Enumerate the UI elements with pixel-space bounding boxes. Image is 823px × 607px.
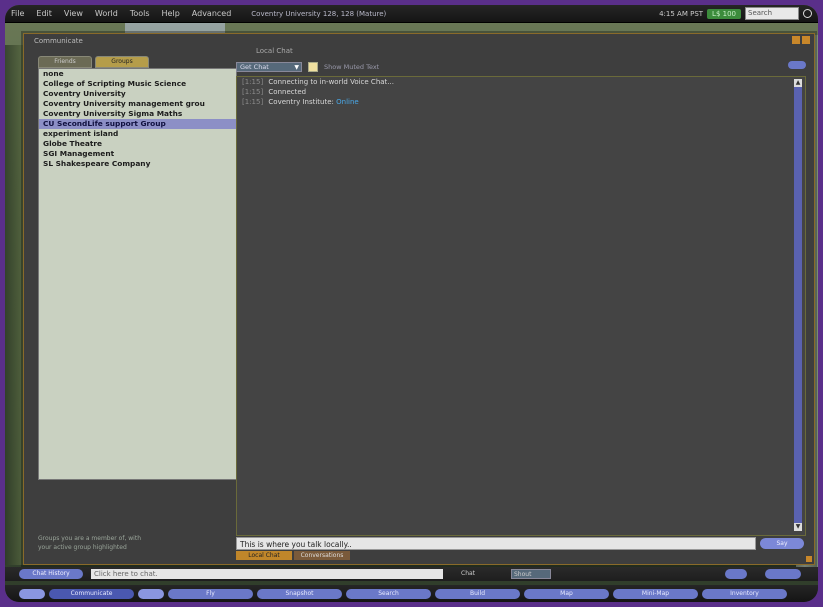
scroll-up-icon[interactable]: ▲ (794, 79, 802, 87)
chat-text: Connected (268, 88, 307, 96)
list-item-selected[interactable]: CU SecondLife support Group (39, 119, 236, 129)
local-chat-input[interactable]: This is where you talk locally.. (236, 537, 756, 550)
chat-bar: Chat History Click here to chat. Chat Sh… (5, 567, 818, 581)
fly-button[interactable]: Fly (168, 588, 253, 599)
scroll-down-icon[interactable]: ▼ (794, 523, 802, 531)
inventory-button[interactable]: Inventory (702, 588, 787, 599)
chat-timestamp: [1:15] (242, 78, 264, 86)
close-icon[interactable] (802, 36, 810, 44)
list-item[interactable]: Coventry University (39, 89, 236, 99)
chat-line: [1:15] Connected (237, 87, 805, 97)
chat-text: Connecting to in-world Voice Chat... (268, 78, 394, 86)
list-item[interactable]: Coventry University management grou (39, 99, 236, 109)
chat-bar-input[interactable]: Click here to chat. (91, 569, 443, 579)
mini-map-button[interactable]: Mini-Map (613, 588, 698, 599)
list-item[interactable]: experiment island (39, 129, 236, 139)
contacts-tabs: Friends Groups (38, 56, 149, 68)
bottom-toolbar: Communicate Fly Snapshot Search Build Ma… (5, 585, 818, 602)
say-button[interactable]: Say (760, 538, 804, 549)
window-title: Communicate (34, 37, 83, 45)
menu-help[interactable]: Help (156, 9, 186, 18)
search-field[interactable]: Search (745, 7, 799, 20)
chat-options-button[interactable] (788, 61, 806, 69)
build-button[interactable]: Build (435, 588, 520, 599)
list-item[interactable]: SGI Management (39, 149, 236, 159)
clock: 4:15 AM PST (659, 9, 704, 18)
menu-edit[interactable]: Edit (30, 9, 58, 18)
map-button[interactable]: Map (524, 588, 609, 599)
tab-groups[interactable]: Groups (95, 56, 149, 68)
chat-icon[interactable] (19, 588, 45, 599)
online-status: Online (336, 98, 359, 106)
region-location[interactable]: Coventry University 128, 128 (Mature) (251, 10, 386, 18)
list-item[interactable]: none (39, 69, 236, 79)
communicate-button[interactable]: Communicate (49, 588, 134, 599)
chat-timestamp: [1:15] (242, 88, 264, 96)
group-list: none College of Scripting Music Science … (38, 68, 237, 480)
chat-history: [1:15] Connecting to in-world Voice Chat… (236, 76, 806, 536)
window-controls (792, 36, 810, 44)
group-list-footer: Groups you are a member of, with your ac… (38, 534, 235, 552)
shout-dropdown[interactable]: Shout (511, 569, 551, 579)
viewer-frame: File Edit View World Tools Help Advanced… (5, 5, 818, 602)
expand-icon[interactable] (138, 588, 164, 599)
voice-toggle[interactable] (725, 569, 747, 579)
chat-type-dropdown[interactable]: Get Chat (236, 62, 302, 72)
list-item[interactable]: College of Scripting Music Science (39, 79, 236, 89)
chat-line: [1:15] Coventry Institute: Online (237, 97, 805, 107)
tab-local-chat[interactable]: Local Chat (236, 551, 292, 560)
conversation-tabs: Local Chat Conversations (236, 551, 350, 560)
minimize-icon[interactable] (792, 36, 800, 44)
chat-toolbar: Get Chat Show Muted Text (236, 61, 379, 73)
menu-right-cluster: 4:15 AM PST L$ 100 Search (659, 7, 818, 20)
chat-history-button[interactable]: Chat History (19, 569, 83, 579)
chat-scrollbar[interactable]: ▲ ▼ (794, 79, 802, 531)
menu-advanced[interactable]: Advanced (186, 9, 238, 18)
menu-world[interactable]: World (89, 9, 124, 18)
tab-friends[interactable]: Friends (38, 56, 92, 68)
search-icon[interactable] (803, 9, 812, 18)
footer-line: your active group highlighted (38, 544, 127, 551)
chat-text: Coventry Institute: (268, 98, 334, 106)
search-button[interactable]: Search (346, 588, 431, 599)
footer-line: Groups you are a member of, with (38, 535, 142, 542)
channel-label: Chat (461, 570, 476, 577)
snapshot-button[interactable]: Snapshot (257, 588, 342, 599)
communicate-window: Communicate Local Chat Friends Groups no… (23, 33, 815, 565)
tab-conversations[interactable]: Conversations (294, 551, 350, 560)
balance-badge[interactable]: L$ 100 (707, 8, 741, 19)
menu-bar: File Edit View World Tools Help Advanced… (5, 5, 818, 23)
chat-line: [1:15] Connecting to in-world Voice Chat… (237, 77, 805, 87)
menu-tools[interactable]: Tools (124, 9, 156, 18)
window-subtitle: Local Chat (256, 47, 293, 55)
list-item[interactable]: Coventry University Sigma Maths (39, 109, 236, 119)
chat-timestamp: [1:15] (242, 98, 264, 106)
list-item[interactable]: SL Shakespeare Company (39, 159, 236, 169)
menu-file[interactable]: File (5, 9, 30, 18)
menu-view[interactable]: View (58, 9, 89, 18)
resize-handle[interactable] (806, 556, 812, 562)
show-muted-label: Show Muted Text (324, 63, 380, 71)
speak-button[interactable] (765, 569, 801, 579)
list-item[interactable]: Globe Theatre (39, 139, 236, 149)
show-muted-checkbox[interactable] (308, 62, 318, 72)
